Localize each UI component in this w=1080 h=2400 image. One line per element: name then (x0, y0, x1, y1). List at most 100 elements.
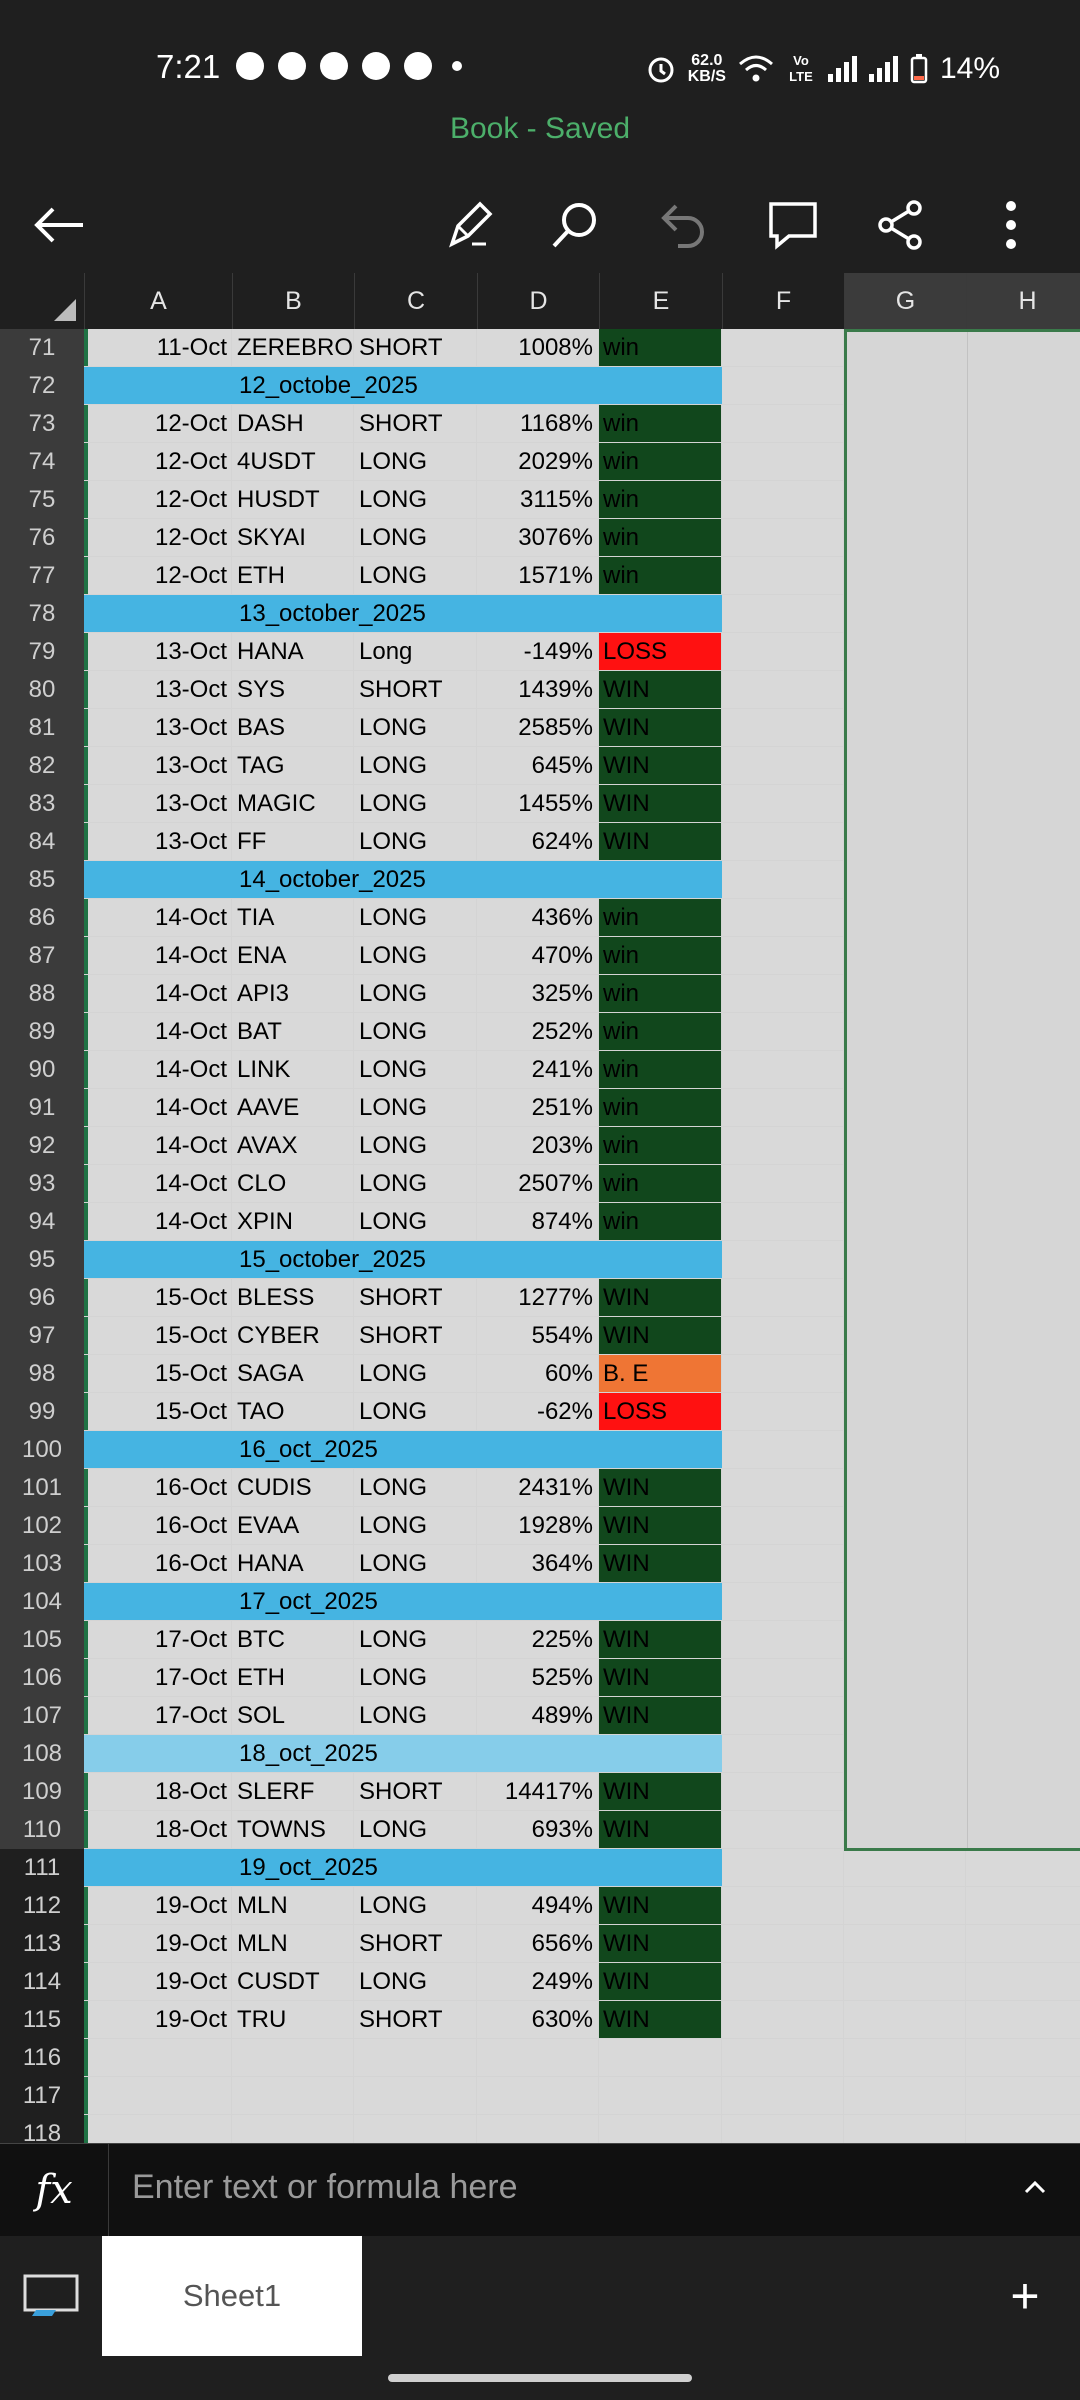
side-cell[interactable]: LONG (354, 1659, 477, 1696)
date-cell[interactable]: 13-Oct (84, 671, 232, 708)
empty-cell[interactable] (722, 861, 844, 898)
row-number[interactable]: 97 (0, 1317, 84, 1355)
percent-cell[interactable]: 3115% (477, 481, 599, 518)
side-cell[interactable]: LONG (354, 1393, 477, 1430)
empty-cell[interactable] (844, 2039, 966, 2076)
coin-cell[interactable] (232, 2077, 354, 2114)
row-number[interactable]: 85 (0, 861, 84, 899)
coin-cell[interactable]: SKYAI (232, 519, 354, 556)
column-header-h[interactable]: H (966, 273, 1080, 329)
row-number[interactable]: 115 (0, 2001, 84, 2039)
side-cell[interactable]: LONG (354, 519, 477, 556)
search-icon[interactable] (540, 190, 610, 260)
empty-cell[interactable] (722, 1203, 844, 1240)
coin-cell[interactable]: LINK (232, 1051, 354, 1088)
result-cell[interactable]: WIN (599, 1507, 722, 1544)
coin-cell[interactable]: DASH (232, 405, 354, 442)
percent-cell[interactable]: 1928% (477, 1507, 599, 1544)
result-cell[interactable]: WIN (599, 709, 722, 746)
column-header-g[interactable]: G (844, 273, 966, 329)
empty-cell[interactable] (722, 785, 844, 822)
add-sheet-button[interactable]: + (990, 2261, 1060, 2331)
date-cell[interactable]: 16-Oct (84, 1469, 232, 1506)
empty-cell[interactable] (844, 2115, 966, 2143)
row-number[interactable]: 114 (0, 1963, 84, 2001)
row-number[interactable]: 100 (0, 1431, 84, 1469)
percent-cell[interactable]: 251% (477, 1089, 599, 1126)
sheet-tab-sheet1[interactable]: Sheet1 (102, 2236, 362, 2356)
share-icon[interactable] (866, 190, 936, 260)
percent-cell[interactable]: 252% (477, 1013, 599, 1050)
side-cell[interactable]: LONG (354, 1165, 477, 1202)
section-header-cell[interactable]: 13_october_2025 (84, 595, 722, 632)
column-header-f[interactable]: F (722, 273, 844, 329)
row-number[interactable]: 108 (0, 1735, 84, 1773)
result-cell[interactable]: win (599, 1089, 722, 1126)
side-cell[interactable]: SHORT (354, 329, 477, 366)
side-cell[interactable]: LONG (354, 1127, 477, 1164)
empty-cell[interactable] (722, 1963, 844, 2000)
row-number[interactable]: 72 (0, 367, 84, 405)
more-icon[interactable] (976, 190, 1046, 260)
percent-cell[interactable]: 656% (477, 1925, 599, 1962)
empty-cell[interactable] (844, 1887, 966, 1924)
select-all-corner[interactable] (0, 273, 84, 329)
side-cell[interactable]: SHORT (354, 1279, 477, 1316)
row-number[interactable]: 98 (0, 1355, 84, 1393)
result-cell[interactable]: WIN (599, 671, 722, 708)
date-cell[interactable]: 17-Oct (84, 1621, 232, 1658)
percent-cell[interactable]: 2431% (477, 1469, 599, 1506)
percent-cell[interactable]: 1571% (477, 557, 599, 594)
date-cell[interactable]: 16-Oct (84, 1507, 232, 1544)
coin-cell[interactable]: TOWNS (232, 1811, 354, 1848)
empty-cell[interactable] (722, 519, 844, 556)
side-cell[interactable]: SHORT (354, 2001, 477, 2038)
side-cell[interactable]: LONG (354, 1013, 477, 1050)
result-cell[interactable]: LOSS (599, 1393, 722, 1430)
coin-cell[interactable]: HANA (232, 1545, 354, 1582)
date-cell[interactable]: 15-Oct (84, 1355, 232, 1392)
coin-cell[interactable]: BTC (232, 1621, 354, 1658)
coin-cell[interactable]: TAO (232, 1393, 354, 1430)
coin-cell[interactable]: ETH (232, 557, 354, 594)
coin-cell[interactable]: HANA (232, 633, 354, 670)
coin-cell[interactable]: MAGIC (232, 785, 354, 822)
row-number[interactable]: 95 (0, 1241, 84, 1279)
percent-cell[interactable]: 554% (477, 1317, 599, 1354)
date-cell[interactable]: 13-Oct (84, 709, 232, 746)
date-cell[interactable]: 13-Oct (84, 747, 232, 784)
chevron-up-icon[interactable] (1020, 2172, 1050, 2202)
row-number[interactable]: 112 (0, 1887, 84, 1925)
formula-input[interactable]: Enter text or formula here (132, 2168, 518, 2207)
coin-cell[interactable] (232, 2039, 354, 2076)
side-cell[interactable]: LONG (354, 443, 477, 480)
empty-cell[interactable] (966, 2039, 1080, 2076)
empty-cell[interactable] (722, 899, 844, 936)
row-number[interactable]: 84 (0, 823, 84, 861)
date-cell[interactable]: 14-Oct (84, 937, 232, 974)
percent-cell[interactable]: 249% (477, 1963, 599, 2000)
column-header-c[interactable]: C (354, 273, 477, 329)
coin-cell[interactable]: TAG (232, 747, 354, 784)
empty-cell[interactable] (722, 709, 844, 746)
side-cell[interactable]: LONG (354, 1469, 477, 1506)
result-cell[interactable]: win (599, 405, 722, 442)
coin-cell[interactable]: AVAX (232, 1127, 354, 1164)
row-number[interactable]: 77 (0, 557, 84, 595)
empty-cell[interactable] (722, 1583, 844, 1620)
section-header-cell[interactable]: 19_oct_2025 (84, 1849, 722, 1886)
section-header-cell[interactable]: 15_october_2025 (84, 1241, 722, 1278)
date-cell[interactable]: 19-Oct (84, 1925, 232, 1962)
empty-cell[interactable] (722, 1013, 844, 1050)
result-cell[interactable]: WIN (599, 1469, 722, 1506)
empty-cell[interactable] (722, 671, 844, 708)
empty-cell[interactable] (722, 1659, 844, 1696)
empty-cell[interactable] (722, 1469, 844, 1506)
result-cell[interactable]: win (599, 1051, 722, 1088)
side-cell[interactable]: Long (354, 633, 477, 670)
row-number[interactable]: 96 (0, 1279, 84, 1317)
row-number[interactable]: 111 (0, 1849, 84, 1887)
date-cell[interactable]: 14-Oct (84, 1089, 232, 1126)
fx-icon[interactable]: fx (0, 2144, 109, 2236)
result-cell[interactable]: WIN (599, 1963, 722, 2000)
